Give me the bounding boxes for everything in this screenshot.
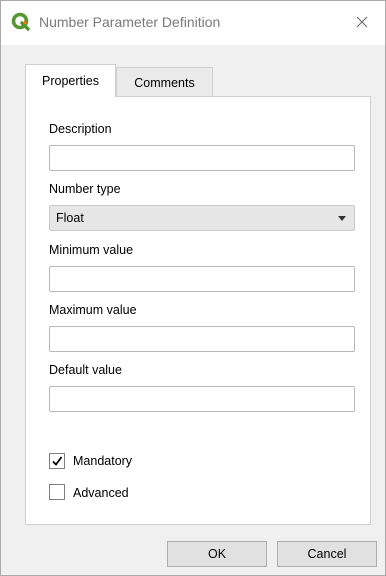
tab-comments[interactable]: Comments xyxy=(116,67,213,97)
close-button[interactable] xyxy=(339,1,385,45)
advanced-label: Advanced xyxy=(73,486,129,500)
chevron-down-icon xyxy=(338,216,346,221)
dialog-window: Number Parameter Definition Properties C… xyxy=(0,0,386,576)
default-value-label: Default value xyxy=(49,363,122,377)
title-bar: Number Parameter Definition xyxy=(1,1,385,45)
window-title: Number Parameter Definition xyxy=(39,14,221,30)
maximum-value-field[interactable] xyxy=(49,326,355,352)
cancel-button[interactable]: Cancel xyxy=(277,541,377,567)
checkmark-icon xyxy=(52,456,63,466)
default-value-field[interactable] xyxy=(49,386,355,412)
mandatory-label: Mandatory xyxy=(73,454,133,468)
close-icon xyxy=(356,16,368,31)
minimum-value-field[interactable] xyxy=(49,266,355,292)
advanced-checkbox[interactable] xyxy=(49,484,65,500)
number-type-value: Float xyxy=(56,211,84,225)
mandatory-checkbox[interactable] xyxy=(49,453,65,469)
qgis-logo-icon xyxy=(11,12,31,32)
minimum-value-label: Minimum value xyxy=(49,243,134,257)
number-type-select[interactable]: Float xyxy=(49,205,355,231)
description-field[interactable] xyxy=(49,145,355,171)
ok-button[interactable]: OK xyxy=(167,541,267,567)
maximum-value-label: Maximum value xyxy=(49,303,137,317)
description-label: Description xyxy=(49,122,112,136)
tab-properties[interactable]: Properties xyxy=(25,64,116,97)
number-type-label: Number type xyxy=(49,182,121,196)
